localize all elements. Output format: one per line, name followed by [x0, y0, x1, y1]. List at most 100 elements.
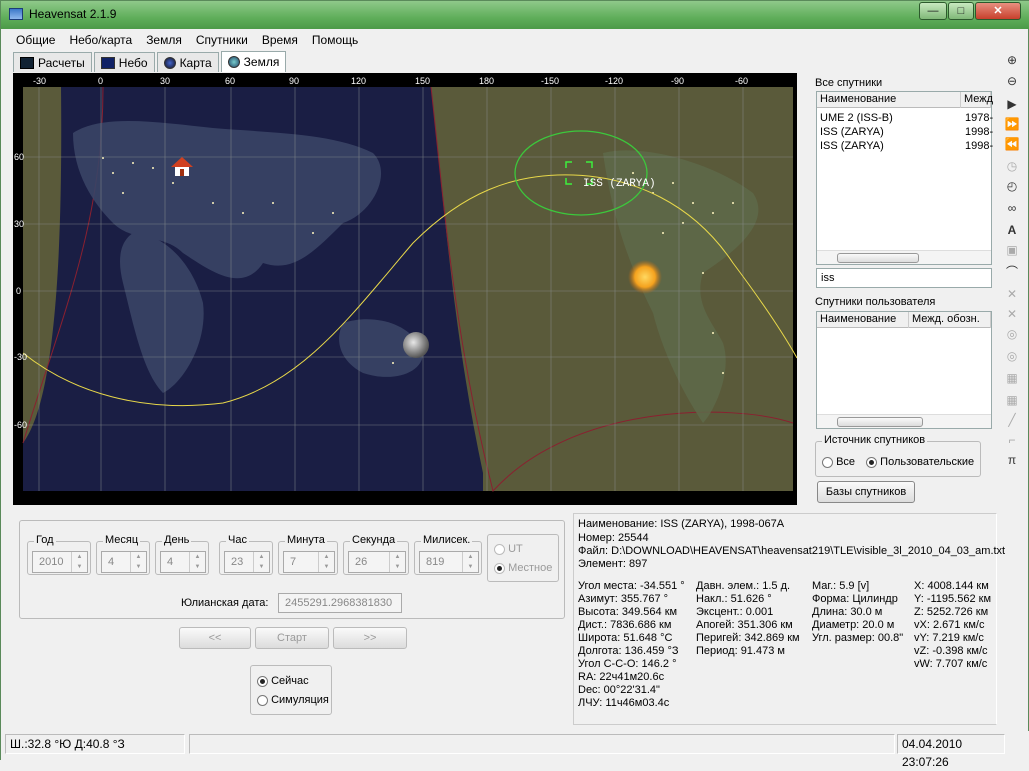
- simulation-radio[interactable]: [257, 694, 268, 706]
- all-satellites-list[interactable]: Наименование Межд UME 2 (ISS-B) 1978- ISS…: [816, 91, 993, 265]
- millisecond-label: Милисек.: [421, 534, 473, 546]
- binoculars-icon[interactable]: ∞: [1002, 199, 1022, 217]
- local-radio[interactable]: [494, 562, 505, 574]
- julian-date-field[interactable]: 2455291.2968381830: [278, 593, 402, 613]
- user-satellites-list[interactable]: Наименование Межд. обозн.: [816, 311, 992, 429]
- menu-bar: Общие Небо/карта Земля Спутники Время По…: [9, 31, 365, 51]
- tab-label: Земля: [243, 55, 280, 69]
- info-apogee: Апогей: 351.306 км: [696, 619, 793, 631]
- grid-icon[interactable]: ▦: [1002, 369, 1022, 387]
- minute-spinner[interactable]: 7 ▲ ▼: [283, 551, 335, 573]
- info-number: Номер: 25544: [578, 532, 649, 544]
- day-spinner[interactable]: 4 ▲ ▼: [160, 551, 206, 573]
- lon-tick: -120: [605, 76, 623, 86]
- play-icon[interactable]: ▶: [1002, 95, 1022, 113]
- list-item[interactable]: ISS (ZARYA) 1998-: [820, 126, 993, 138]
- telescope-icon[interactable]: π: [1002, 451, 1022, 469]
- source-user-radio[interactable]: [866, 456, 878, 468]
- minimize-button[interactable]: —: [919, 2, 947, 20]
- status-middle: [189, 734, 895, 754]
- year-spinner[interactable]: 2010 ▲ ▼: [32, 551, 88, 573]
- tab-label: Расчеты: [38, 55, 85, 70]
- info-dec: Dec: 00°22'31.4": [578, 684, 660, 696]
- menu-time[interactable]: Время: [255, 31, 305, 51]
- tab-calculations[interactable]: Расчеты: [13, 52, 92, 72]
- sphere-icon[interactable]: ◎: [1002, 325, 1022, 343]
- globe-icon: [227, 56, 240, 68]
- fast-forward-icon[interactable]: ⏩: [1002, 115, 1022, 133]
- source-all-radio[interactable]: [822, 456, 833, 468]
- horizontal-scrollbar[interactable]: [817, 414, 991, 428]
- satellite-source-group: Источник спутников Все Пользовательские: [815, 434, 981, 477]
- arc-icon[interactable]: ⌒: [1002, 263, 1022, 281]
- menu-earth[interactable]: Земля: [139, 31, 189, 51]
- info-angular-size: Угл. размер: 00.8": [812, 632, 904, 644]
- time-zone-group: UT Местное: [487, 534, 559, 582]
- info-altitude: Высота: 349.564 км: [578, 606, 678, 618]
- lock-icon[interactable]: ▣: [1002, 241, 1022, 259]
- grid-2-icon[interactable]: ▦: [1002, 391, 1022, 409]
- month-spinner[interactable]: 4 ▲ ▼: [101, 551, 147, 573]
- column-name[interactable]: Наименование: [817, 312, 909, 328]
- column-name[interactable]: Наименование: [817, 92, 961, 108]
- start-button[interactable]: Старт: [255, 627, 329, 649]
- step-forward-button[interactable]: >>: [333, 627, 407, 649]
- column-intl-id[interactable]: Межд: [961, 92, 993, 108]
- window-title: Heavensat 2.1.9: [29, 7, 117, 21]
- menu-sky-map[interactable]: Небо/карта: [62, 31, 139, 51]
- menu-general[interactable]: Общие: [9, 31, 62, 51]
- list-item[interactable]: UME 2 (ISS-B) 1978-: [820, 112, 993, 124]
- satellite-info-panel: Наименование: ISS (ZARYA), 1998-067A Ном…: [573, 513, 1005, 725]
- info-vz: vZ: -0.398 км/с: [914, 645, 988, 657]
- close-button[interactable]: ✕: [975, 2, 1021, 20]
- sphere-2-icon[interactable]: ◎: [1002, 347, 1022, 365]
- satellite-databases-button[interactable]: Базы спутников: [817, 481, 915, 503]
- zoom-in-icon[interactable]: ⊕: [1002, 51, 1022, 69]
- zoom-out-icon[interactable]: ⊖: [1002, 72, 1022, 90]
- info-vx: vX: 2.671 км/с: [914, 619, 985, 631]
- hour-spinner[interactable]: 23 ▲ ▼: [224, 551, 270, 573]
- day-label: День: [162, 534, 192, 546]
- millisecond-spinner[interactable]: 819 ▲ ▼: [419, 551, 479, 573]
- satellite-icon[interactable]: ✕: [1002, 285, 1022, 303]
- satellite-2-icon[interactable]: ✕: [1002, 305, 1022, 323]
- pen-icon[interactable]: ╱: [1002, 411, 1022, 429]
- scroll-thumb[interactable]: [837, 417, 923, 427]
- source-all-label: Все: [836, 456, 856, 468]
- all-satellites-title: Все спутники: [815, 77, 883, 89]
- text-labels-icon[interactable]: A: [1002, 221, 1022, 239]
- tab-sky[interactable]: Небо: [93, 52, 155, 72]
- menu-satellites[interactable]: Спутники: [189, 31, 255, 51]
- maximize-button[interactable]: □: [948, 2, 974, 20]
- info-azimuth: Азимут: 355.767 °: [578, 593, 669, 605]
- rewind-icon[interactable]: ⏪: [1002, 135, 1022, 153]
- flag-icon[interactable]: ⌐: [1002, 431, 1022, 449]
- satellite-label: ISS (ZARYA): [583, 178, 656, 190]
- map-icon: [163, 56, 176, 69]
- simulation-label: Симуляция: [271, 694, 329, 706]
- sun-icon: [628, 260, 662, 294]
- list-item[interactable]: ISS (ZARYA) 1998-: [820, 140, 993, 152]
- hour-label: Час: [226, 534, 249, 546]
- tab-earth[interactable]: Земля: [220, 51, 287, 72]
- info-vy: vY: 7.219 км/с: [914, 632, 984, 644]
- second-spinner[interactable]: 26 ▲ ▼: [348, 551, 406, 573]
- ut-label: UT: [508, 543, 523, 555]
- satellite-search-input[interactable]: iss: [816, 268, 992, 288]
- lon-tick: 60: [225, 76, 235, 86]
- scroll-thumb[interactable]: [837, 253, 919, 263]
- lon-tick: 180: [479, 76, 494, 86]
- clock-icon[interactable]: ◷: [1002, 157, 1022, 175]
- column-intl-id[interactable]: Межд. обозн.: [909, 312, 991, 328]
- tab-map[interactable]: Карта: [156, 52, 219, 72]
- info-elevation: Угол места: -34.551 °: [578, 580, 685, 592]
- menu-help[interactable]: Помощь: [305, 31, 365, 51]
- horizontal-scrollbar[interactable]: [817, 250, 991, 264]
- step-back-button[interactable]: <<: [179, 627, 251, 649]
- timer-icon[interactable]: ◴: [1002, 177, 1022, 195]
- julian-date-label: Юлианская дата:: [181, 597, 269, 609]
- now-radio[interactable]: [257, 675, 268, 687]
- earth-map[interactable]: ISS (ZARYA) -30 0 30 60 90 120 150 180 -…: [13, 73, 797, 505]
- ut-radio[interactable]: [494, 543, 505, 555]
- info-y: Y: -1195.562 км: [914, 593, 991, 605]
